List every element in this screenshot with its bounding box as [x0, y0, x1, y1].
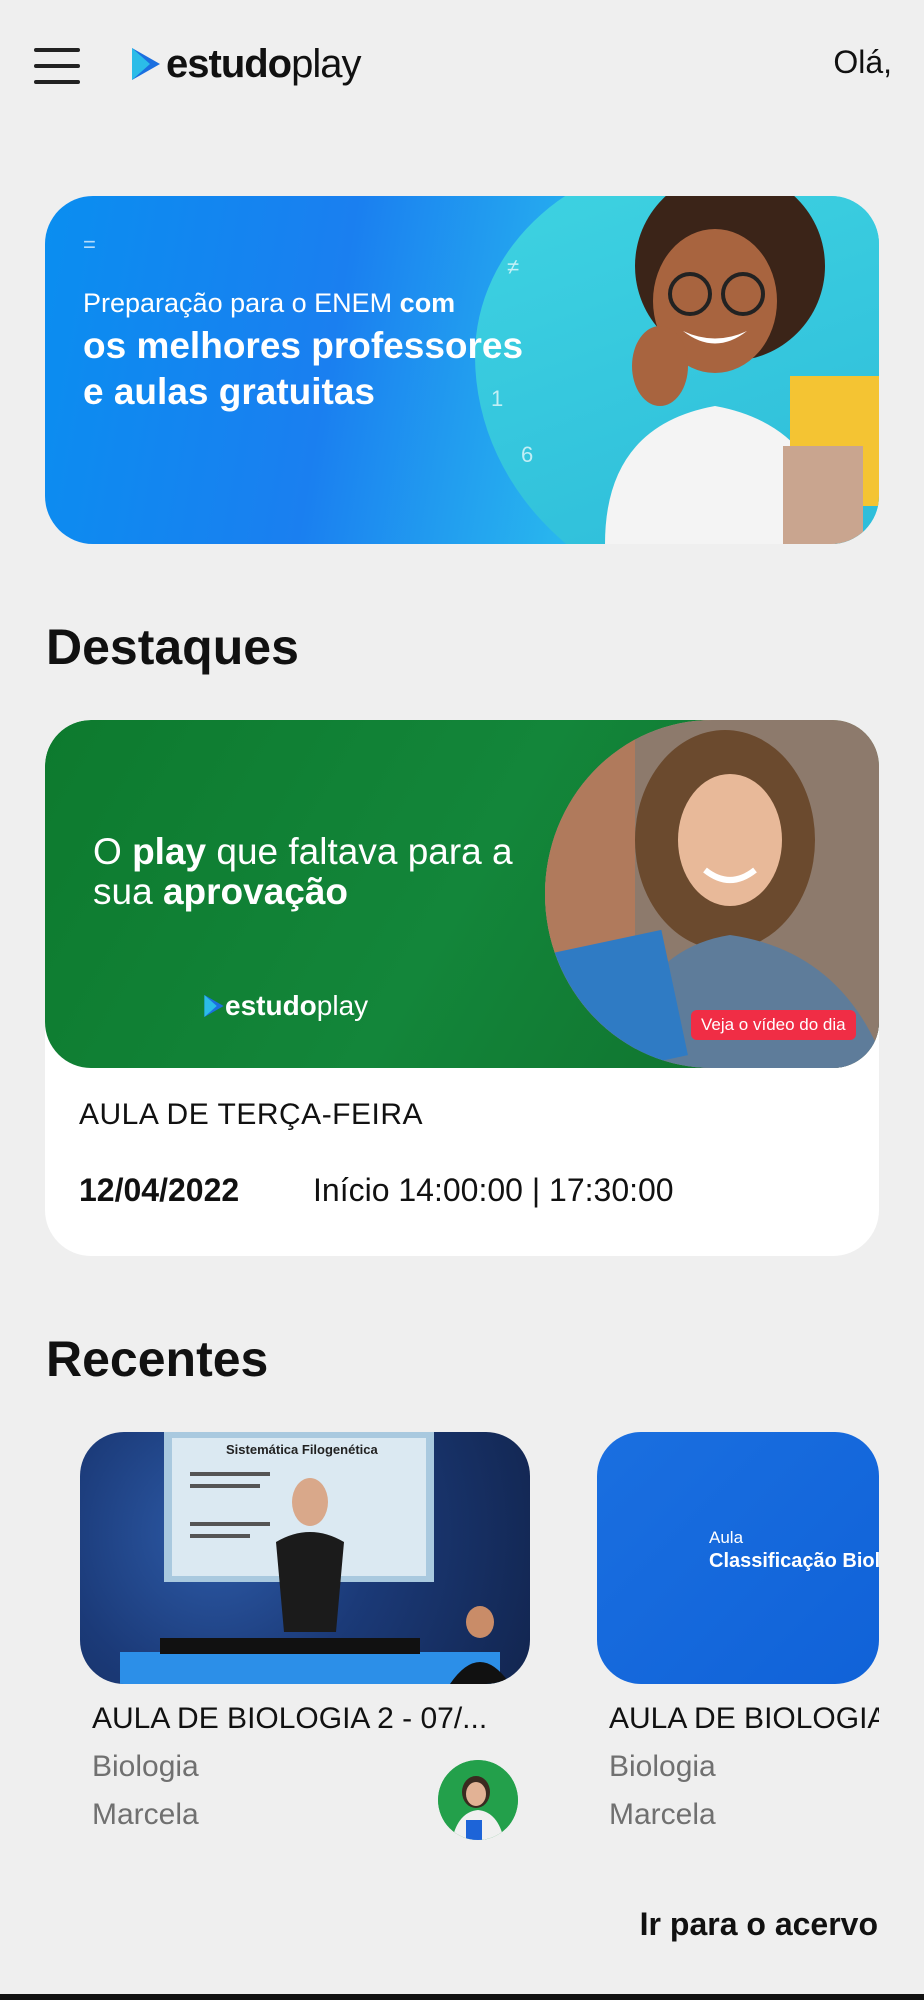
hero-doodle: ≠: [507, 254, 520, 279]
hero-banner[interactable]: = ≠ 1 6 Preparação para o ENEM com os me…: [45, 196, 879, 544]
banner-text-bold1: play: [132, 831, 207, 872]
featured-banner-text: O play que faltava para a sua aprovação: [93, 832, 553, 912]
featured-logo-bold: estudo: [225, 990, 317, 1021]
recent-card-thumbnail[interactable]: Sistemática Filogenética: [80, 1432, 530, 1684]
recent-card-title: AULA DE BIOLOGIA: [609, 1702, 879, 1735]
banner-text-bold2: aprovação: [162, 871, 349, 912]
teacher-avatar[interactable]: [438, 1760, 518, 1840]
bottom-divider: [0, 1994, 924, 2000]
featured-time: Início 14:00:00 | 17:30:00: [313, 1172, 674, 1208]
featured-day-label: AULA DE TERÇA-FEIRA: [79, 1098, 424, 1131]
recent-card-teacher: Marcela: [609, 1798, 716, 1831]
logo-text-light: play: [291, 41, 361, 86]
hamburger-menu-icon[interactable]: [34, 48, 80, 88]
featured-banner[interactable]: O play que faltava para a sua aprovação …: [45, 720, 879, 1068]
go-to-archive-link[interactable]: Ir para o acervo: [640, 1906, 878, 1943]
hero-headline: os melhores professores e aulas gratuita…: [83, 325, 524, 412]
video-of-day-badge[interactable]: Veja o vídeo do dia: [691, 1010, 856, 1040]
hero-doodle: =: [83, 232, 96, 257]
student-photo: [605, 196, 879, 544]
recent-card[interactable]: Sistemática Filogenética AULA DE BIOLOGI…: [80, 1432, 530, 1840]
thumbnail-small-label: Aula: [709, 1528, 744, 1547]
recent-card-subject: Biologia: [609, 1750, 716, 1783]
featured-section-title: Destaques: [46, 619, 299, 675]
thumbnail-heading: Classificação Biol: [709, 1550, 879, 1572]
thumbnail-heading: Sistemática Filogenética: [226, 1442, 378, 1457]
recent-carousel[interactable]: Sistemática Filogenética AULA DE BIOLOGI…: [0, 1432, 879, 1852]
featured-card[interactable]: O play que faltava para a sua aprovação …: [45, 720, 879, 1256]
app-logo[interactable]: estudo play: [130, 38, 362, 90]
recent-section-title: Recentes: [46, 1331, 269, 1387]
featured-date: 12/04/2022: [79, 1172, 240, 1208]
logo-text-bold: estudo: [166, 41, 292, 86]
hero-line1: Preparação para o ENEM com: [83, 288, 553, 319]
featured-logo-light: play: [316, 990, 369, 1021]
lesson-thumbnail-image: [120, 1432, 510, 1684]
hero-line1-regular: Preparação para o ENEM: [83, 288, 400, 318]
hero-doodle: 6: [521, 442, 534, 467]
recent-card-title: AULA DE BIOLOGIA 2 - 07/...: [92, 1702, 488, 1735]
play-logo-icon: [132, 48, 160, 80]
featured-logo: estudo play: [203, 990, 368, 1022]
play-logo-icon: [204, 995, 224, 1017]
hero-line1-bold: com: [399, 288, 456, 318]
banner-text-prefix: O: [93, 831, 133, 872]
teacher-avatar-image: [438, 1760, 518, 1840]
hero-text: Preparação para o ENEM com os melhores p…: [83, 288, 553, 415]
app-header: estudo play Olá,: [0, 0, 924, 130]
recent-card[interactable]: Aula Classificação Biol AULA DE BIOLOGIA…: [597, 1432, 879, 1832]
user-greeting: Olá,: [833, 44, 892, 80]
recent-card-thumbnail[interactable]: Aula Classificação Biol: [597, 1432, 879, 1684]
